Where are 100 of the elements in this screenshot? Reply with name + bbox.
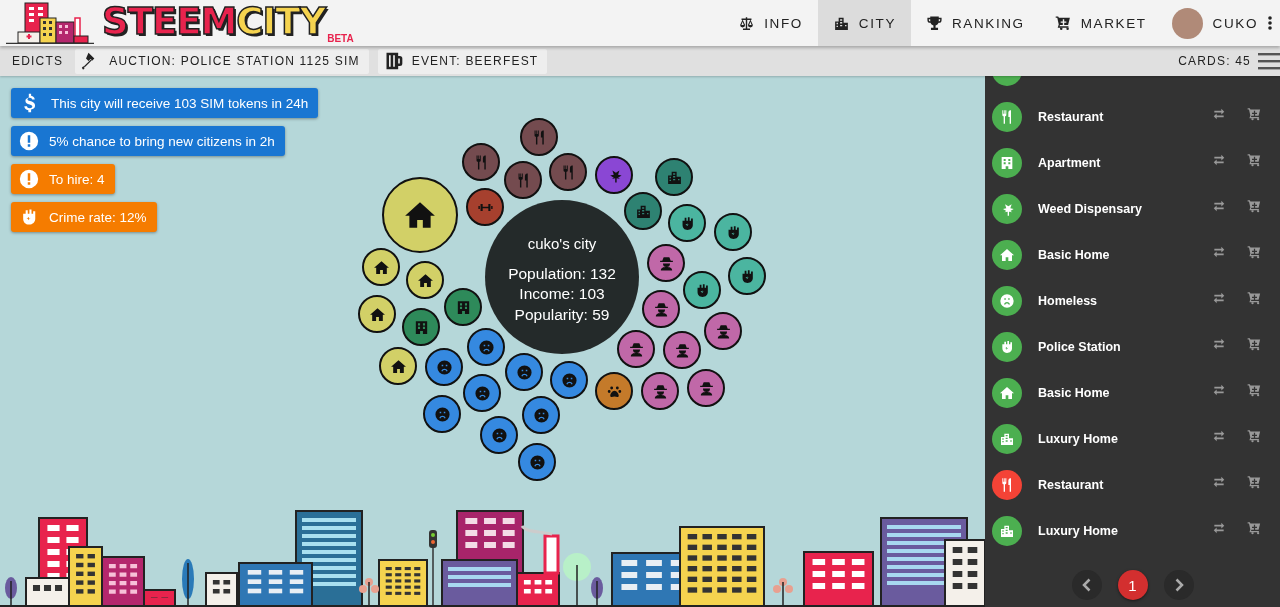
cards-count: CARDS: 45: [1178, 54, 1251, 68]
police-bubble[interactable]: [728, 257, 766, 295]
shopping-cart-icon[interactable]: [1247, 474, 1262, 490]
shopping-cart-icon[interactable]: [1247, 244, 1262, 260]
criminal-bubble[interactable]: [617, 330, 655, 368]
shopping-cart-icon[interactable]: [1247, 290, 1262, 306]
swap-icon[interactable]: [1212, 291, 1226, 305]
homeless-bubble[interactable]: [550, 361, 588, 399]
swap-icon[interactable]: [1212, 521, 1226, 535]
sad-face-icon: [433, 405, 451, 423]
swap-icon[interactable]: [1212, 429, 1226, 443]
swap-icon[interactable]: [1212, 199, 1226, 213]
house-bubble[interactable]: [362, 248, 400, 286]
police-bubble[interactable]: [714, 213, 752, 251]
shopping-cart-icon[interactable]: [1247, 198, 1262, 214]
trophy-icon: [926, 14, 943, 32]
shopping-cart-icon[interactable]: [1247, 428, 1262, 444]
card-name[interactable]: Basic Home: [1038, 386, 1110, 400]
nav-tab[interactable]: MARKET: [1039, 0, 1162, 46]
menu-icon[interactable]: [1258, 52, 1280, 70]
weed-bubble[interactable]: [595, 156, 633, 194]
house-icon: [368, 305, 386, 323]
pet-bubble[interactable]: [595, 372, 633, 410]
restaurant-bubble[interactable]: [520, 118, 558, 156]
shopping-cart-icon[interactable]: [1247, 382, 1262, 398]
more-options-icon[interactable]: [1268, 16, 1272, 30]
city-stat: Income: 103: [519, 284, 605, 305]
card-name[interactable]: Homeless: [1038, 294, 1098, 308]
notice-text: To hire: 4: [49, 171, 105, 187]
homeless-bubble[interactable]: [518, 443, 556, 481]
restaurant-bubble[interactable]: [504, 161, 542, 199]
swap-icon[interactable]: [1212, 475, 1226, 489]
apartment-bubble[interactable]: [402, 308, 440, 346]
previous-page-button[interactable]: [1071, 570, 1102, 600]
page-button[interactable]: 1: [1117, 570, 1148, 600]
criminal-bubble[interactable]: [642, 290, 680, 328]
card-name[interactable]: Luxury Home: [1038, 432, 1118, 446]
card-name[interactable]: Police Station: [1038, 340, 1121, 354]
house-icon: [999, 247, 1015, 263]
card-name[interactable]: Basic Home: [1038, 248, 1110, 262]
card-name[interactable]: Apartment: [1038, 156, 1101, 170]
swap-icon[interactable]: [1212, 337, 1226, 351]
police-bubble[interactable]: [668, 204, 706, 242]
edicts-label[interactable]: EDICTS: [0, 54, 76, 68]
swap-icon[interactable]: [1212, 383, 1226, 397]
criminal-bubble[interactable]: [687, 369, 725, 407]
homeless-bubble[interactable]: [467, 328, 505, 366]
event-chip[interactable]: EVENT: BEERFEST: [377, 48, 548, 74]
city-stat: Population: 132: [508, 263, 616, 284]
nav-tab[interactable]: CITY: [817, 0, 911, 46]
card-name[interactable]: Restaurant: [1038, 110, 1104, 124]
house-bubble[interactable]: [379, 347, 417, 385]
house-bubble[interactable]: [358, 295, 396, 333]
shopping-cart-icon: [1054, 14, 1072, 32]
restaurant-bubble[interactable]: [549, 153, 587, 191]
hat-figure-icon: [657, 254, 675, 272]
house-bubble[interactable]: [406, 261, 444, 299]
city-name: cuko's city: [527, 234, 597, 252]
swap-icon[interactable]: [1212, 107, 1226, 121]
user-name[interactable]: CUKO: [1212, 15, 1258, 31]
homeless-bubble[interactable]: [463, 374, 501, 412]
homeless-bubble[interactable]: [423, 395, 461, 433]
luxury-bubble[interactable]: [655, 158, 693, 196]
exclamation-icon: [19, 131, 39, 151]
luxury-bubble[interactable]: [624, 192, 662, 230]
sad-face-icon: [528, 453, 546, 471]
logo-text: STEEMCITY: [102, 2, 326, 42]
criminal-bubble[interactable]: [641, 372, 679, 410]
shopping-cart-icon[interactable]: [1247, 336, 1262, 352]
homeless-bubble[interactable]: [505, 353, 543, 391]
hat-figure-icon: [652, 300, 670, 318]
buildings-icon: [999, 431, 1015, 447]
police-bubble[interactable]: [683, 271, 721, 309]
homeless-bubble[interactable]: [425, 348, 463, 386]
shopping-cart-icon[interactable]: [1247, 520, 1262, 536]
homeless-bubble[interactable]: [480, 416, 518, 454]
hat-figure-icon: [673, 341, 691, 359]
criminal-bubble[interactable]: [704, 312, 742, 350]
card-name[interactable]: Weed Dispensary: [1038, 202, 1142, 216]
nav-tab[interactable]: RANKING: [911, 0, 1040, 46]
swap-icon[interactable]: [1212, 245, 1226, 259]
swap-icon[interactable]: [1212, 153, 1226, 167]
restaurant-bubble[interactable]: [462, 143, 500, 181]
city-stat: Popularity: 59: [514, 304, 610, 325]
avatar[interactable]: [1171, 7, 1203, 39]
card-name[interactable]: Luxury Home: [1038, 524, 1118, 538]
apartment-bubble[interactable]: [444, 288, 482, 326]
shopping-cart-icon[interactable]: [1247, 152, 1262, 168]
nav-tab[interactable]: INFO: [723, 0, 818, 46]
homeless-bubble[interactable]: [522, 396, 560, 434]
gym-bubble[interactable]: [466, 188, 504, 226]
auction-chip[interactable]: AUCTION: POLICE STATION 1125 SIM: [75, 48, 369, 74]
next-page-button[interactable]: [1163, 570, 1194, 600]
criminal-bubble[interactable]: [663, 331, 701, 369]
sad-face-icon: [999, 293, 1015, 309]
house-icon: [389, 357, 407, 375]
card-name[interactable]: Restaurant: [1038, 478, 1104, 492]
balance-scale-icon: [738, 14, 756, 32]
criminal-bubble[interactable]: [647, 244, 685, 282]
shopping-cart-icon[interactable]: [1247, 106, 1262, 122]
